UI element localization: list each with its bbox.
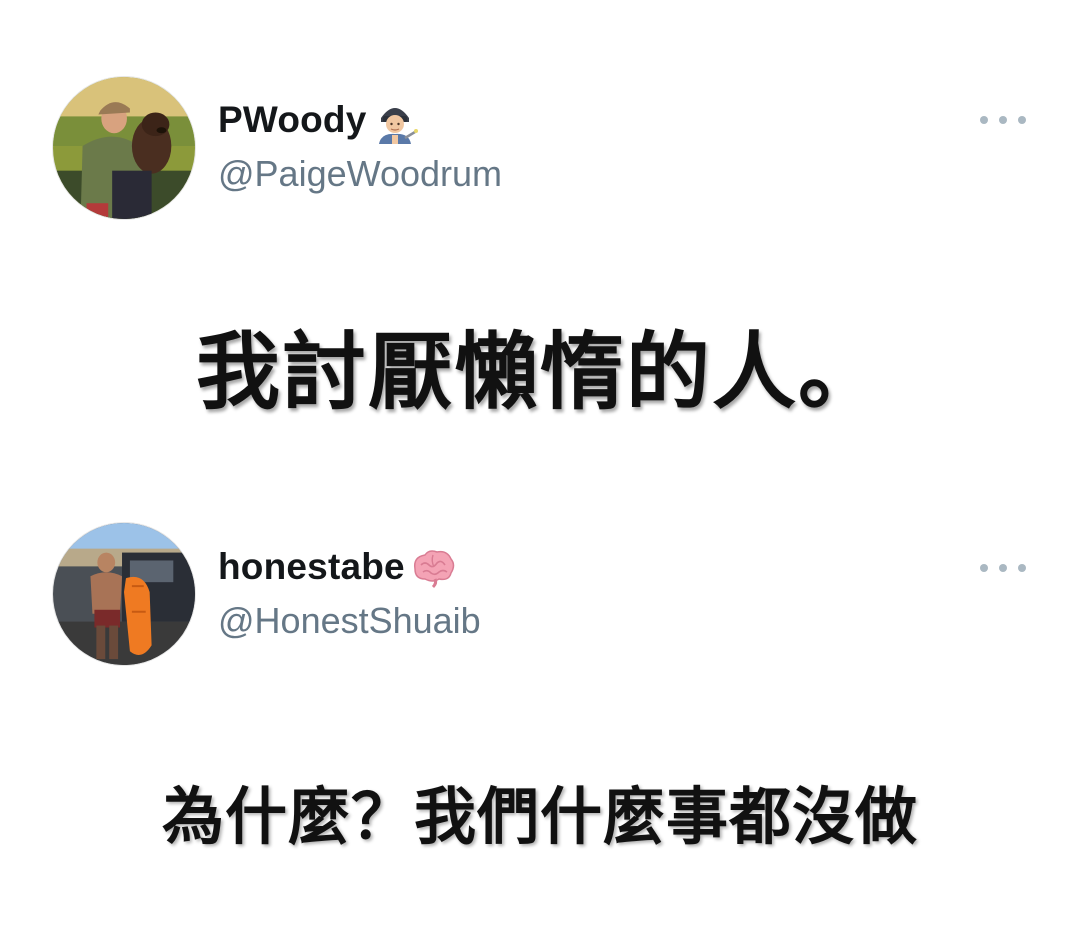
dot [980, 116, 988, 124]
avatar-photo [53, 77, 195, 219]
tweet-text: 為什麼？我們什麼事都沒做 [161, 780, 918, 853]
dot [1018, 116, 1026, 124]
display-name[interactable]: PWoody [218, 99, 367, 141]
avatar-photo [53, 523, 195, 665]
user-handle[interactable]: @PaigeWoodrum [218, 153, 502, 195]
dot [980, 564, 988, 572]
profile-avatar[interactable] [52, 522, 196, 666]
dot [999, 564, 1007, 572]
dot [1018, 564, 1026, 572]
user-handle[interactable]: @HonestShuaib [218, 600, 481, 642]
tweet: honestabe @HonestShuaib 為什麼？我們什麼事都沒做 [0, 470, 1080, 939]
more-options-ellipsis-icon[interactable] [980, 558, 1026, 578]
more-options-ellipsis-icon[interactable] [980, 110, 1026, 130]
display-name[interactable]: honestabe [218, 546, 405, 588]
display-name-row: PWoody [218, 96, 419, 144]
dot [999, 116, 1007, 124]
tweet: PWoody @PaigeWoodrum 我討厭懶惰的人。 [0, 0, 1080, 470]
profile-avatar[interactable] [52, 76, 196, 220]
display-name-row: honestabe [218, 543, 457, 591]
technologist-emoji-icon [371, 96, 419, 144]
tweet-text: 我討厭懶惰的人。 [195, 323, 884, 421]
brain-emoji-icon [409, 543, 457, 591]
